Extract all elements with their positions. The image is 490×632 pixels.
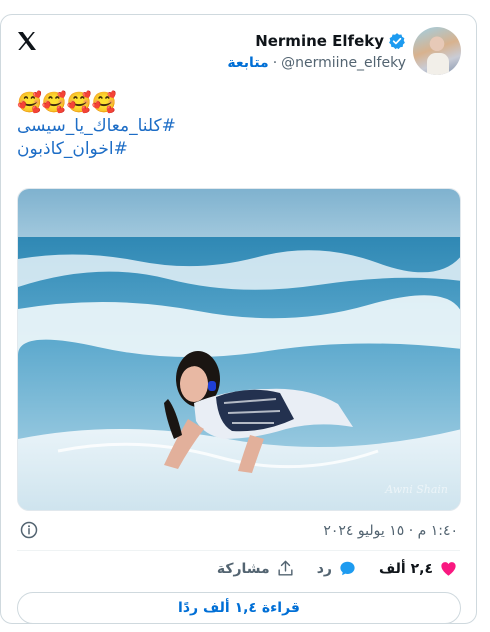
author-handle[interactable]: @nermiine_elfeky xyxy=(281,55,406,71)
avatar[interactable] xyxy=(413,27,461,75)
heart-icon xyxy=(441,562,456,576)
reply-label: رد xyxy=(316,560,332,577)
separator-dot: · xyxy=(272,55,278,71)
hashtag-link[interactable]: #اخوان_كاذبون xyxy=(17,138,217,161)
tweet-text: 🥰🥰🥰🥰 #كلنا_معاك_يا_سيسى #اخوان_كاذبون xyxy=(17,89,217,161)
tweet-photo[interactable]: Awni Shain xyxy=(17,188,461,511)
hashtag-link[interactable]: #كلنا_معاك_يا_سيسى xyxy=(17,115,217,138)
share-label: مشاركة xyxy=(216,560,270,577)
share-button[interactable]: مشاركة xyxy=(217,559,295,578)
author-name[interactable]: Nermine Elfeky xyxy=(255,32,384,50)
like-button[interactable]: ٢,٤ ألف xyxy=(379,559,458,578)
reply-button[interactable]: رد xyxy=(317,559,357,578)
beach-photo-image: Awni Shain xyxy=(18,189,460,510)
info-icon[interactable] xyxy=(19,520,39,540)
verified-badge-icon xyxy=(389,33,405,50)
follow-link[interactable]: متابعة xyxy=(227,55,268,71)
speech-bubble-icon xyxy=(340,561,355,576)
emoji-line: 🥰🥰🥰🥰 xyxy=(17,90,117,114)
read-replies-button[interactable]: قراءة ١,٤ ألف ردًا xyxy=(17,592,461,624)
tweet-timestamp[interactable]: ١:٤٠ م · ١٥ يوليو ٢٠٢٤ xyxy=(323,523,458,539)
like-count: ٢,٤ ألف xyxy=(378,560,433,577)
embedded-tweet-card: Nermine Elfeky متابعة · @nermiine_elfeky… xyxy=(0,14,477,624)
action-bar: ٢,٤ ألف رد مشاركة xyxy=(217,559,458,578)
photo-watermark: Awni Shain xyxy=(384,483,448,496)
author-subline: متابعة · @nermiine_elfeky xyxy=(227,55,406,71)
author-name-row: Nermine Elfeky xyxy=(255,32,406,50)
divider xyxy=(17,550,460,551)
x-logo-icon[interactable] xyxy=(15,29,39,53)
share-upload-icon xyxy=(278,560,293,576)
